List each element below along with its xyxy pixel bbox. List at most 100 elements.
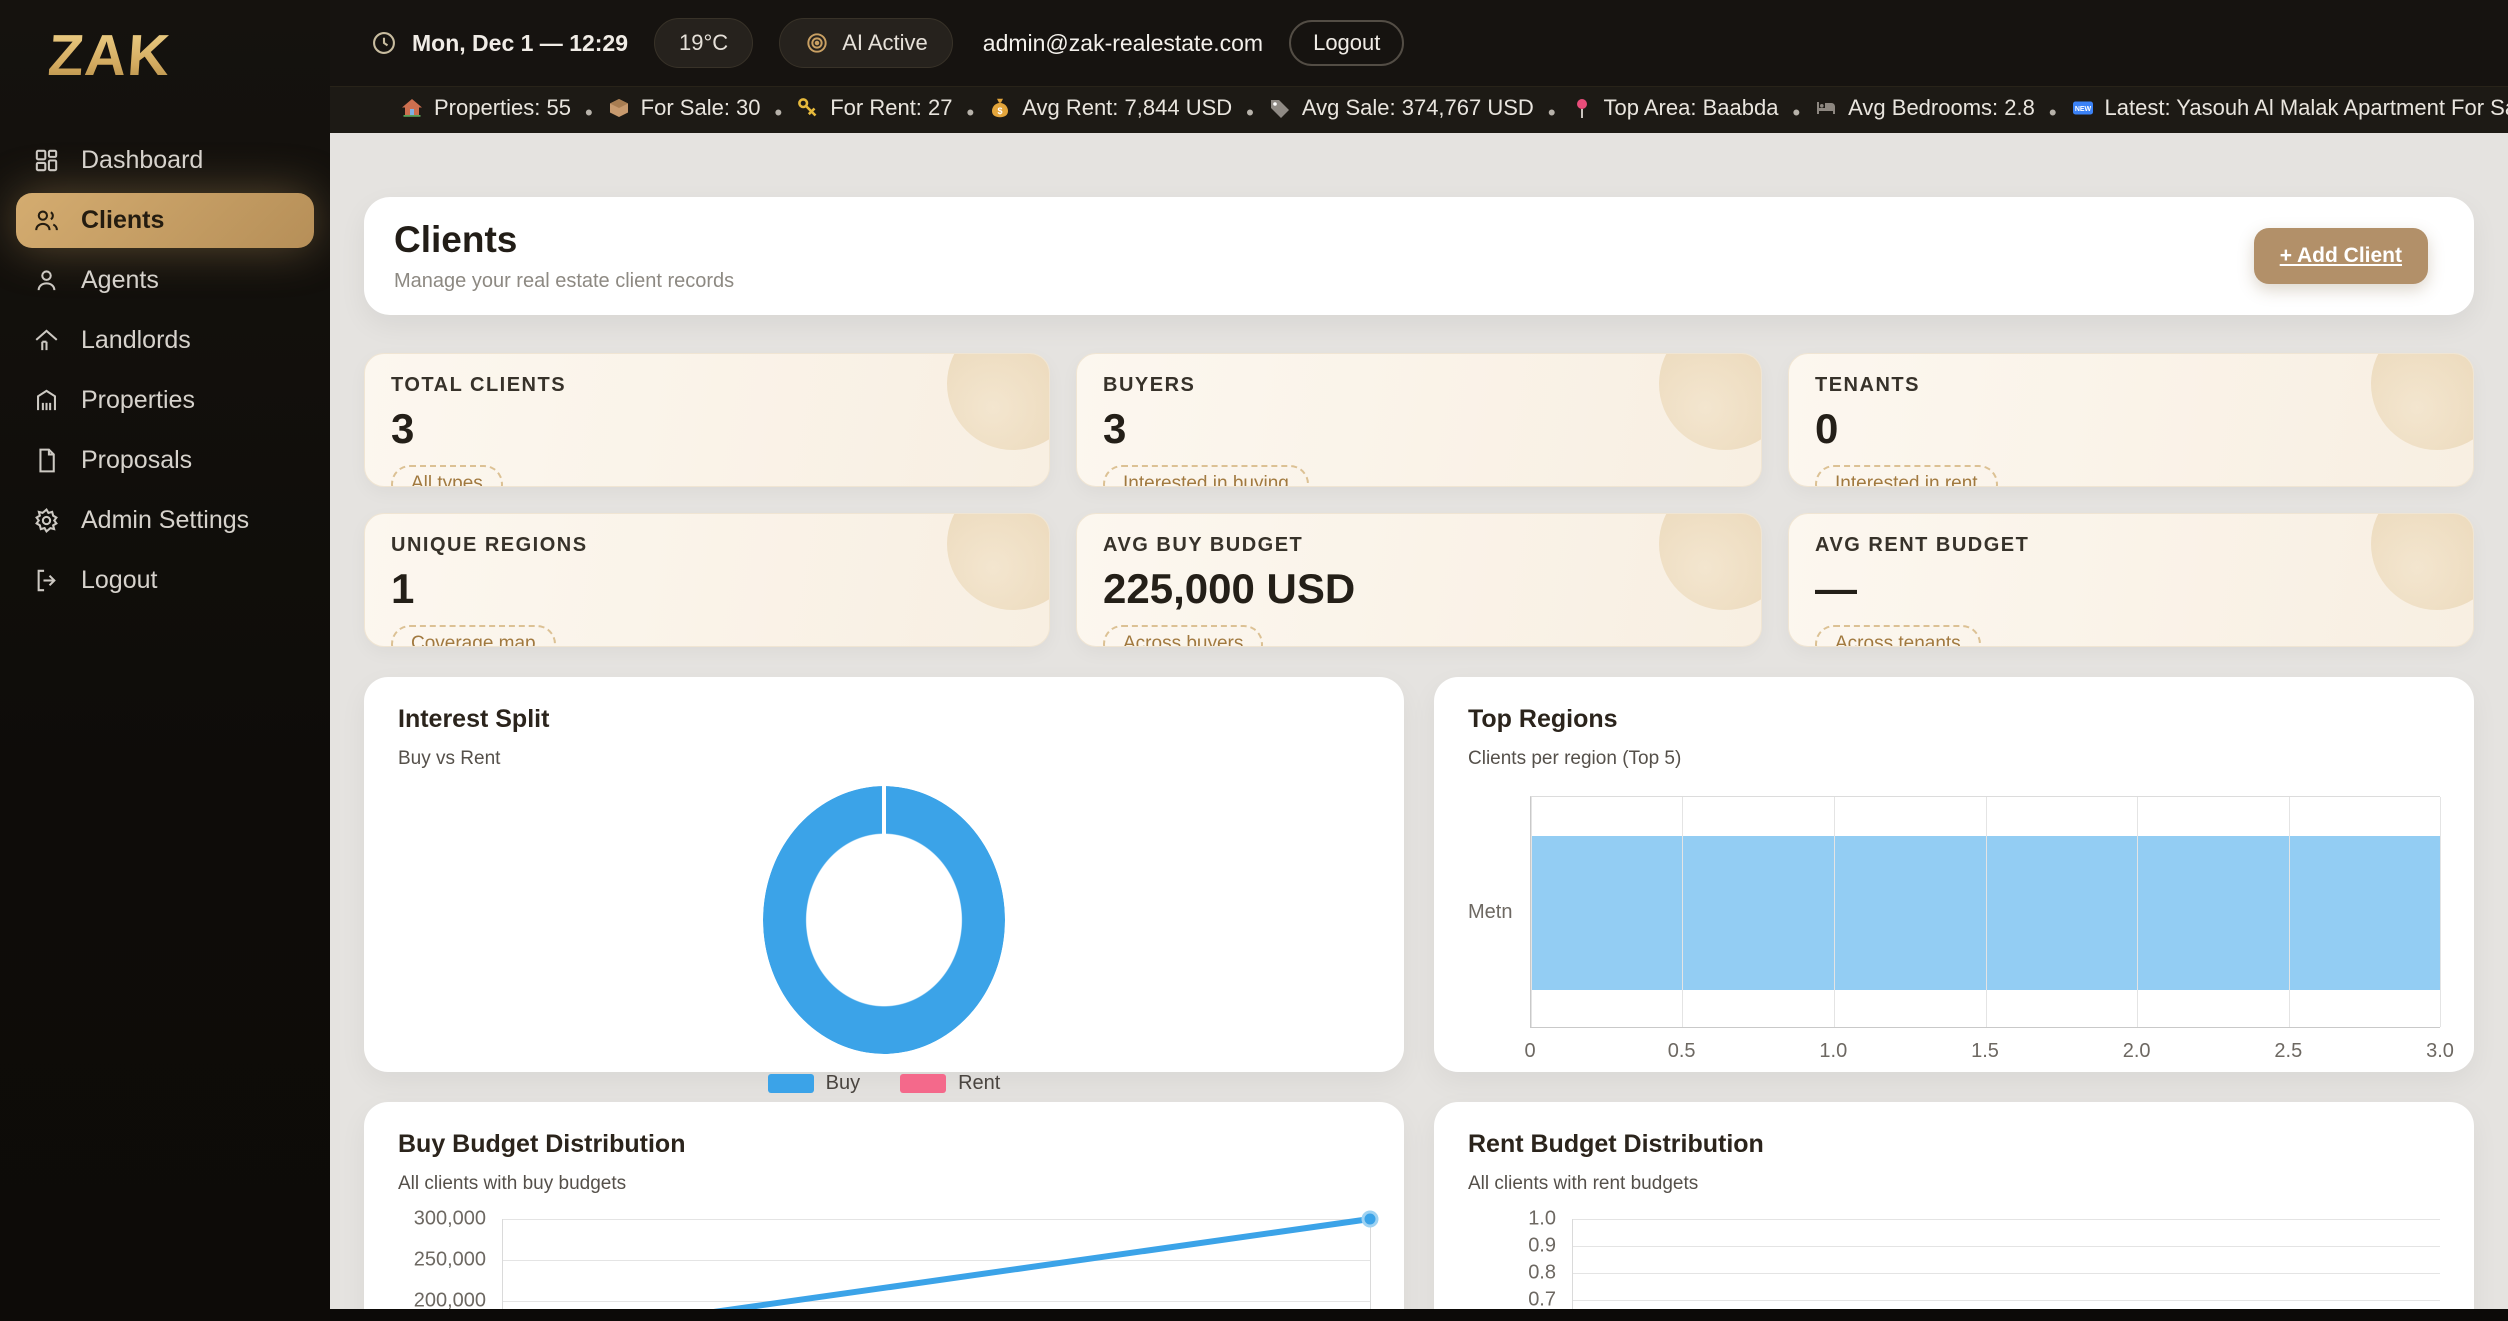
- stat-badge: Across tenants: [1815, 625, 1981, 647]
- y-axis-line: [1572, 1219, 1573, 1309]
- interest-split-card: Interest Split Buy vs Rent Buy Ren: [364, 677, 1404, 1072]
- main-column: Mon, Dec 1 — 12:29 19°C AI Active admin@…: [330, 0, 2508, 1321]
- y-tick-label: 1.0: [1468, 1208, 1556, 1231]
- temperature-text: 19°C: [679, 30, 728, 56]
- y-tick-label: 0.7: [1468, 1289, 1556, 1310]
- stat-value: 0: [1815, 405, 2447, 453]
- sidebar-nav: Dashboard Clients Agents Landlords Prope…: [16, 133, 314, 608]
- sidebar-item-label: Clients: [81, 206, 164, 235]
- gear-icon: [32, 506, 61, 535]
- target-icon: [804, 30, 830, 56]
- ticker-item: $Avg Rent: 7,844 USD: [988, 95, 1232, 121]
- bed-icon: [1814, 96, 1838, 120]
- sidebar: ZAK Dashboard Clients Agents Landlords P…: [0, 0, 330, 1321]
- svg-text:$: $: [998, 106, 1003, 116]
- stat-label: AVG RENT BUDGET: [1815, 534, 2447, 557]
- chart-subtitle: All clients with rent budgets: [1468, 1173, 2440, 1195]
- stat-card-avg-rent-budget: AVG RENT BUDGET — Across tenants: [1788, 513, 2474, 647]
- bar-category-label: Metn: [1468, 796, 1530, 1028]
- sidebar-item-proposals[interactable]: Proposals: [16, 433, 314, 488]
- y-tick-label: 0.8: [1468, 1262, 1556, 1285]
- stat-label: AVG BUY BUDGET: [1103, 534, 1735, 557]
- ticker-separator: •: [2049, 100, 2057, 125]
- sidebar-item-label: Landlords: [81, 326, 191, 355]
- gridline: [1572, 1246, 2440, 1247]
- ticker-item: Top Area: Baabda: [1570, 95, 1779, 121]
- chart-title: Buy Budget Distribution: [398, 1130, 1370, 1159]
- legend-swatch-buy: [768, 1074, 814, 1093]
- app-root: ZAK Dashboard Clients Agents Landlords P…: [0, 0, 2508, 1321]
- gridline: [1986, 797, 1987, 1027]
- datetime-text: Mon, Dec 1 — 12:29: [412, 30, 628, 57]
- stat-card-tenants: TENANTS 0 Interested in rent: [1788, 353, 2474, 487]
- gridline: [1834, 797, 1835, 1027]
- rent-budget-card: Rent Budget Distribution All clients wit…: [1434, 1102, 2474, 1309]
- x-tick-label: 1.5: [1971, 1040, 1999, 1063]
- legend-swatch-rent: [900, 1074, 946, 1093]
- sidebar-item-admin-settings[interactable]: Admin Settings: [16, 493, 314, 548]
- top-regions-chart: Metn: [1468, 796, 2440, 1028]
- ticker-separator: •: [1246, 100, 1254, 125]
- stat-badge: Interested in buying: [1103, 465, 1309, 487]
- x-tick-label: 2.0: [2123, 1040, 2151, 1063]
- sidebar-item-label: Logout: [81, 566, 157, 595]
- x-tick-label: 3.0: [2426, 1040, 2454, 1063]
- temperature-chip: 19°C: [654, 18, 753, 68]
- sidebar-item-logout[interactable]: Logout: [16, 553, 314, 608]
- page-header-card: Clients Manage your real estate client r…: [364, 197, 2474, 315]
- gridline: [1370, 1219, 1371, 1309]
- ticker-item: Avg Sale: 374,767 USD: [1268, 95, 1534, 121]
- ticker-item: Properties: 55: [400, 95, 571, 121]
- pin-icon: [1570, 96, 1594, 120]
- svg-text:NEW: NEW: [2074, 106, 2091, 113]
- legend-label: Buy: [826, 1072, 860, 1095]
- stat-value: 225,000 USD: [1103, 565, 1735, 613]
- bar-plot-area: [1530, 796, 2440, 1028]
- moneybag-icon: $: [988, 96, 1012, 120]
- document-icon: [32, 446, 61, 475]
- sidebar-item-agents[interactable]: Agents: [16, 253, 314, 308]
- page-subtitle: Manage your real estate client records: [394, 270, 734, 293]
- clock-icon: [370, 29, 398, 57]
- house-icon: [400, 96, 424, 120]
- key-icon: [796, 96, 820, 120]
- clients-icon: [32, 206, 61, 235]
- charts-row-top: Interest Split Buy vs Rent Buy Ren: [364, 677, 2474, 1072]
- gridline: [1572, 1300, 2440, 1301]
- gridline: [2137, 797, 2138, 1027]
- stat-badge: Coverage map: [391, 625, 556, 647]
- legend-label: Rent: [958, 1072, 1000, 1095]
- sidebar-item-label: Properties: [81, 386, 195, 415]
- stat-value: 3: [1103, 405, 1735, 453]
- ticker-track: Properties: 55•For Sale: 30•For Rent: 27…: [400, 95, 2508, 126]
- buy-budget-chart: 300,000250,000200,000150,000: [398, 1219, 1370, 1309]
- landlord-icon: [32, 326, 61, 355]
- gridline: [2440, 797, 2441, 1027]
- add-client-button[interactable]: + Add Client: [2254, 228, 2428, 284]
- logout-button[interactable]: Logout: [1289, 20, 1404, 66]
- sidebar-item-clients[interactable]: Clients: [16, 193, 314, 248]
- stats-ticker: Properties: 55•For Sale: 30•For Rent: 27…: [330, 86, 2508, 133]
- ticker-item: NEWLatest: Yasouh Al Malak Apartment For…: [2071, 95, 2508, 121]
- sidebar-item-dashboard[interactable]: Dashboard: [16, 133, 314, 188]
- sidebar-item-properties[interactable]: Properties: [16, 373, 314, 428]
- stat-label: TOTAL CLIENTS: [391, 374, 1023, 397]
- stat-value: 1: [391, 565, 1023, 613]
- stat-cards-grid: TOTAL CLIENTS 3 All types BUYERS 3 Inter…: [364, 353, 2474, 647]
- dashboard-icon: [32, 146, 61, 175]
- sidebar-item-label: Proposals: [81, 446, 192, 475]
- chart-title: Top Regions: [1468, 705, 2440, 734]
- ticker-separator: •: [1792, 100, 1800, 125]
- x-tick-label: 0.5: [1668, 1040, 1696, 1063]
- stat-badge: All types: [391, 465, 503, 487]
- chart-subtitle: Buy vs Rent: [398, 748, 1370, 770]
- stat-card-buyers: BUYERS 3 Interested in buying: [1076, 353, 1762, 487]
- x-tick-label: 2.5: [2274, 1040, 2302, 1063]
- sidebar-item-landlords[interactable]: Landlords: [16, 313, 314, 368]
- stat-value: 3: [391, 405, 1023, 453]
- ai-status-text: AI Active: [842, 30, 928, 56]
- stat-badge: Across buyers: [1103, 625, 1263, 647]
- new-badge-icon: NEW: [2071, 96, 2095, 120]
- stat-card-total-clients: TOTAL CLIENTS 3 All types: [364, 353, 1050, 487]
- ticker-separator: •: [775, 100, 783, 125]
